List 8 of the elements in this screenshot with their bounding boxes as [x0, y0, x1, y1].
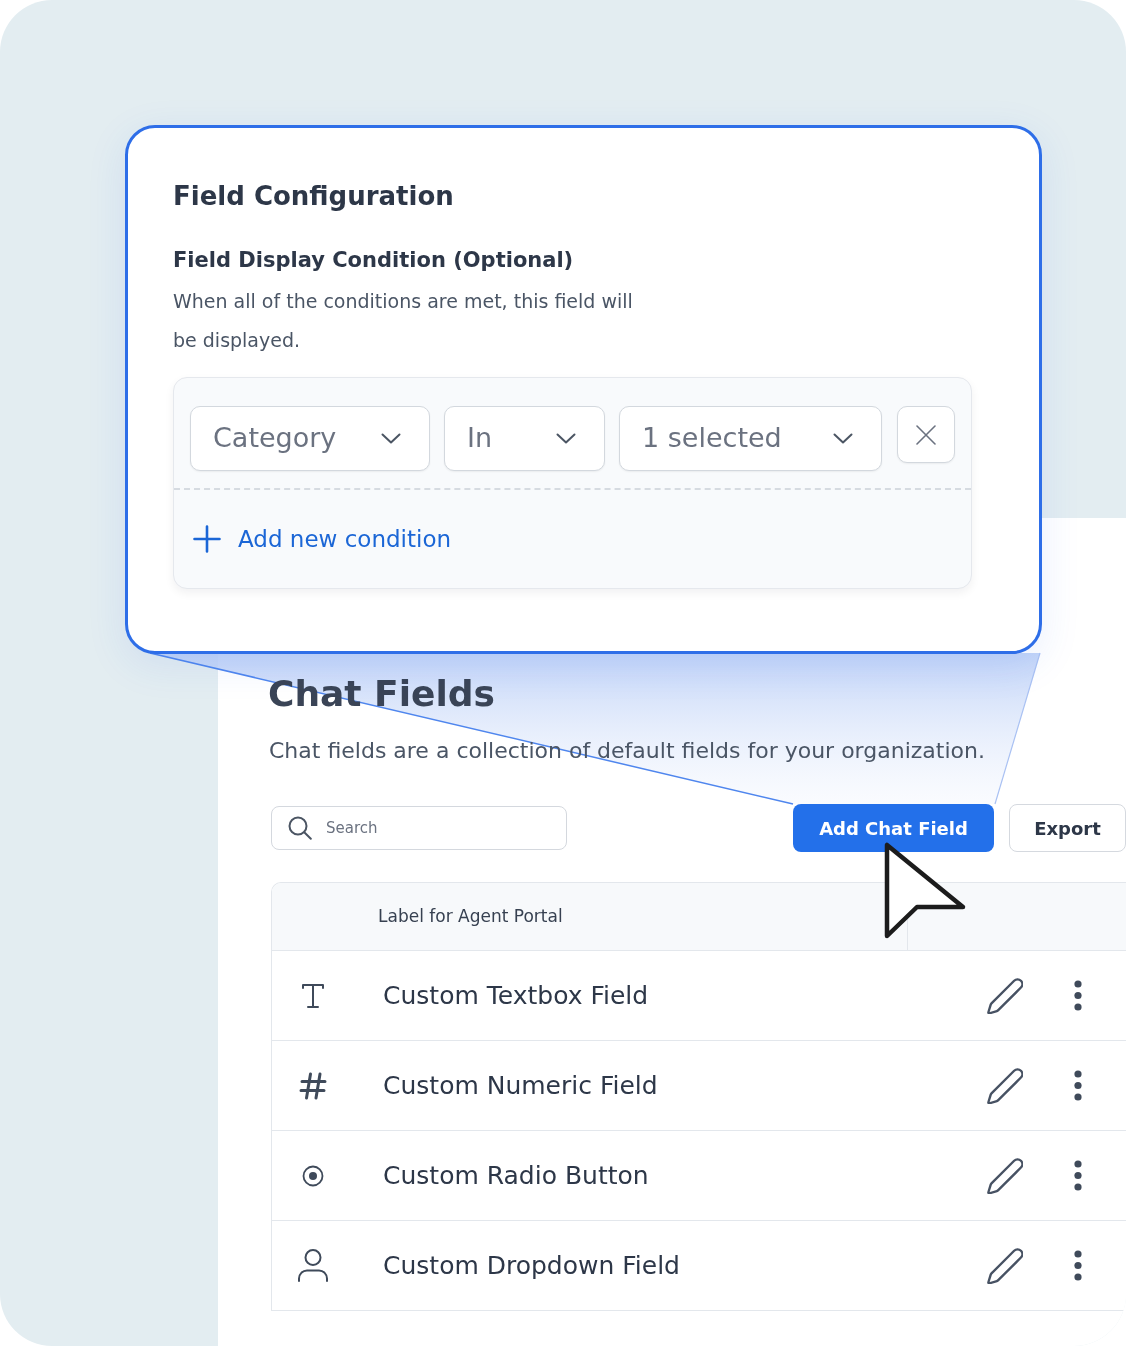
- section-title: Field Display Condition (Optional): [173, 247, 574, 274]
- field-label: Custom Dropdown Field: [383, 1249, 680, 1282]
- field-label: Custom Textbox Field: [383, 979, 649, 1012]
- field-label: Custom Numeric Field: [383, 1069, 658, 1102]
- field-label: Custom Radio Button: [383, 1159, 649, 1192]
- column-header: Label for Agent Portal: [378, 904, 563, 928]
- condition-description: When all of the conditions are met, this field will be displayed.: [173, 289, 634, 353]
- card-title: Field Configuration: [173, 180, 454, 212]
